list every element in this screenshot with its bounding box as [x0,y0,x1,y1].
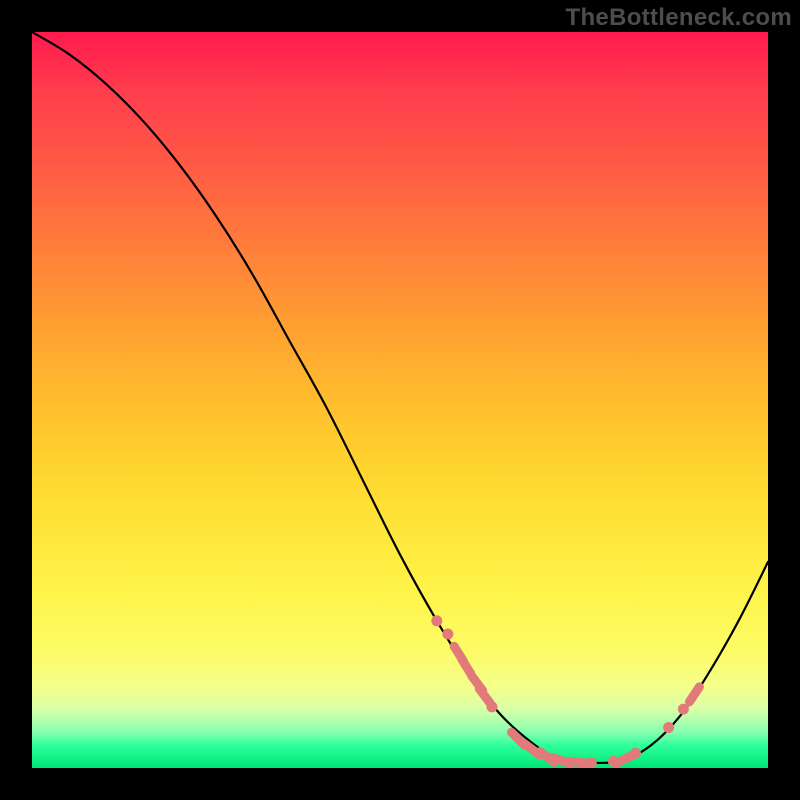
curve-marker-dash [479,689,490,703]
curve-marker-dot [431,615,442,626]
curve-markers [431,615,699,768]
curve-marker-dot [586,757,597,768]
watermark-text: TheBottleneck.com [566,4,792,32]
curve-marker-dash [568,761,586,763]
plot-area [32,32,768,768]
curve-marker-dot [663,722,674,733]
curve-marker-dash [461,659,471,674]
curve-svg [32,32,768,768]
curve-marker-dot [442,629,453,640]
curve-marker-dot [487,701,498,712]
bottleneck-chart: TheBottleneck.com [0,0,800,800]
curve-marker-dot [630,748,641,759]
curve-marker-dash [616,755,632,763]
curve-marker-dash [689,687,699,702]
bottleneck-curve-line [32,32,768,763]
